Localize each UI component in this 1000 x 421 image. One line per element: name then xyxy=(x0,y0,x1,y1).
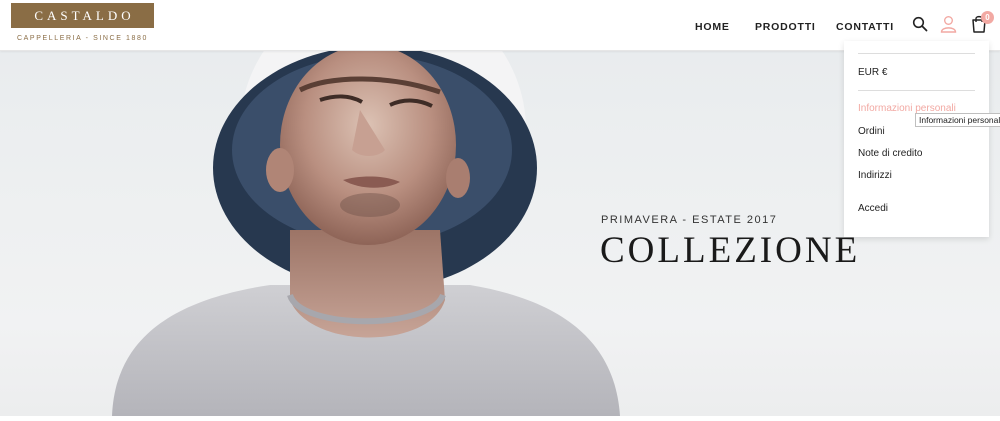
hero-subtitle: PRIMAVERA - ESTATE 2017 xyxy=(601,214,778,226)
dropdown-divider xyxy=(858,90,975,91)
nav-contatti[interactable]: CONTATTI xyxy=(836,21,894,33)
menu-item-note-di-credito[interactable]: Note di credito xyxy=(858,148,922,159)
nav-prodotti[interactable]: PRODOTTI xyxy=(755,21,816,33)
logo[interactable]: CASTALDO xyxy=(11,3,154,28)
dropdown-divider xyxy=(858,53,975,54)
nav-home[interactable]: HOME xyxy=(695,21,730,33)
menu-item-ordini[interactable]: Ordini xyxy=(858,126,885,137)
page-bottom xyxy=(0,416,1000,421)
tooltip: Informazioni personali xyxy=(915,113,1000,127)
user-icon[interactable] xyxy=(940,15,957,33)
currency-selector[interactable]: EUR € xyxy=(858,67,887,78)
hero-title: COLLEZIONE xyxy=(600,230,861,271)
login-link[interactable]: Accedi xyxy=(858,203,888,214)
account-dropdown: EUR € Informazioni personali Ordini Note… xyxy=(844,41,989,237)
logo-name: CASTALDO xyxy=(34,7,135,23)
cart-count-badge: 0 xyxy=(981,11,994,24)
search-icon[interactable] xyxy=(912,16,928,32)
menu-item-indirizzi[interactable]: Indirizzi xyxy=(858,170,892,181)
logo-tagline: CAPPELLERIA - SINCE 1880 xyxy=(17,35,148,42)
